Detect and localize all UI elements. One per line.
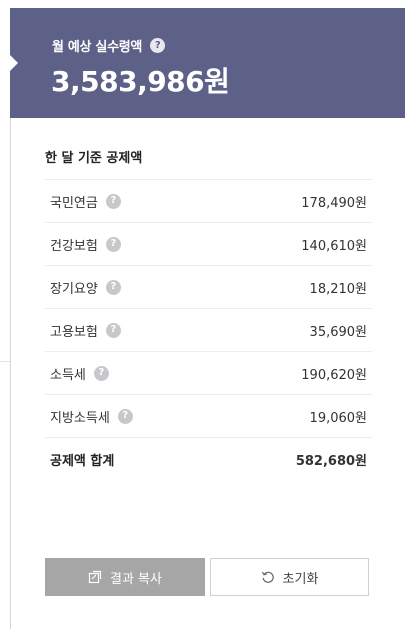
header-pointer xyxy=(10,55,18,71)
deduction-title: 한 달 기준 공제액 xyxy=(45,138,372,180)
deduction-row-employment-insurance: 고용보험? 35,690원 xyxy=(45,309,372,352)
reset-button[interactable]: 초기화 xyxy=(210,558,369,596)
deduction-value: 190,620원 xyxy=(301,367,367,383)
deduction-value: 35,690원 xyxy=(309,324,367,340)
help-icon[interactable]: ? xyxy=(150,38,166,53)
help-icon[interactable]: ? xyxy=(105,279,121,295)
net-pay-label-row: 월 예상 실수령액 ? xyxy=(52,36,166,55)
help-icon[interactable]: ? xyxy=(105,193,121,209)
deduction-row-long-term-care: 장기요양? 18,210원 xyxy=(45,266,372,309)
help-icon[interactable]: ? xyxy=(105,322,121,338)
deduction-row-local-income-tax: 지방소득세? 19,060원 xyxy=(45,395,372,438)
deduction-label: 국민연금 xyxy=(50,195,98,211)
deduction-row-income-tax: 소득세? 190,620원 xyxy=(45,352,372,395)
help-icon[interactable]: ? xyxy=(117,408,133,424)
help-icon[interactable]: ? xyxy=(105,236,121,252)
copy-result-button[interactable]: 결과 복사 xyxy=(45,558,205,596)
deduction-value: 140,610원 xyxy=(301,238,367,254)
deduction-label: 고용보험 xyxy=(50,324,98,340)
deduction-value: 178,490원 xyxy=(301,195,367,211)
net-pay-amount: 3,583,986원 xyxy=(51,65,230,98)
deduction-label: 소득세 xyxy=(50,367,86,383)
copy-icon xyxy=(88,570,102,584)
help-icon[interactable]: ? xyxy=(93,365,109,381)
deduction-row-health-insurance: 건강보험? 140,610원 xyxy=(45,223,372,266)
deduction-total-value: 582,680원 xyxy=(295,453,367,469)
deduction-row-national-pension: 국민연금? 178,490원 xyxy=(45,180,372,223)
net-pay-label: 월 예상 실수령액 xyxy=(52,40,143,55)
deduction-total-label: 공제액 합계 xyxy=(50,453,115,469)
deduction-value: 18,210원 xyxy=(309,281,367,297)
net-pay-header: 월 예상 실수령액 ? 3,583,986원 xyxy=(10,8,405,118)
deduction-value: 19,060원 xyxy=(309,410,367,426)
reset-label: 초기화 xyxy=(282,571,319,587)
left-edge-guides xyxy=(0,0,10,629)
deduction-label: 건강보험 xyxy=(50,238,98,254)
deduction-total-row: 공제액 합계 582,680원 xyxy=(45,438,372,480)
deduction-section: 한 달 기준 공제액 국민연금? 178,490원 건강보험? 140,610원… xyxy=(45,138,372,480)
refresh-icon xyxy=(261,570,275,584)
guide-line xyxy=(0,361,10,362)
copy-result-label: 결과 복사 xyxy=(110,571,162,587)
deduction-label: 지방소득세 xyxy=(50,410,110,426)
deduction-label: 장기요양 xyxy=(50,281,98,297)
